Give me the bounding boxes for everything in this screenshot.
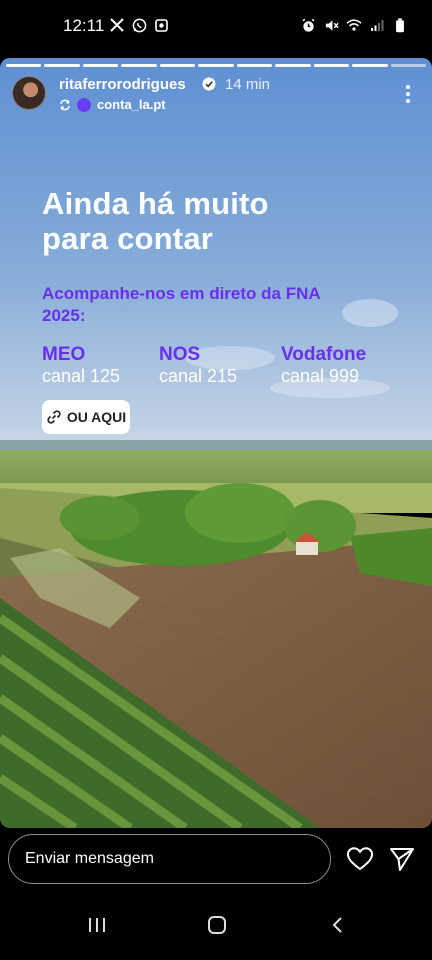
collab-name[interactable]: conta_la.pt [97, 97, 166, 112]
channel-name: MEO [42, 344, 86, 365]
progress-segment-current [390, 64, 426, 67]
story-background-image [0, 58, 432, 828]
recent-apps-button[interactable] [82, 912, 112, 938]
repost-icon [60, 99, 70, 110]
progress-segment [44, 64, 80, 67]
story-sub-headline: Acompanhe-nos em direto da FNA 2025: [42, 284, 321, 325]
status-time: 12:11 [63, 16, 105, 35]
send-message-input[interactable] [8, 834, 331, 884]
channel-number: canal 215 [159, 366, 238, 386]
home-icon [208, 916, 226, 934]
more-options-button[interactable] [400, 82, 416, 106]
wifi-icon [346, 16, 362, 34]
channel-number: canal 125 [42, 366, 121, 386]
send-icon[interactable] [389, 846, 415, 872]
recent-apps-icon [89, 918, 105, 932]
progress-segment [275, 64, 311, 67]
home-button[interactable] [202, 912, 232, 938]
whatsapp-icon [131, 16, 147, 34]
channel-list: MEO canal 125 NOS canal 215 Vodafone can… [42, 344, 412, 390]
story-headline: Ainda há muito para contar [42, 186, 269, 256]
link-sticker-label: OU AQUI [66, 409, 127, 425]
link-icon [47, 410, 61, 424]
heart-icon[interactable] [346, 846, 374, 872]
progress-segment [352, 64, 388, 67]
progress-segment [159, 64, 196, 67]
link-sticker-button[interactable]: OU AQUI [42, 400, 130, 434]
channel-vodafone: Vodafone canal 999 [281, 344, 366, 386]
verified-badge-icon [202, 77, 216, 91]
channel-meo: MEO canal 125 [42, 344, 120, 386]
progress-segment [236, 64, 273, 67]
story-time-ago: 14 min [225, 76, 271, 93]
collab-avatar [77, 97, 91, 112]
battery-icon [392, 16, 408, 34]
channel-number: canal 999 [281, 366, 360, 386]
notification-icon [153, 16, 169, 34]
username[interactable]: ritaferrorodrigues [59, 76, 186, 93]
status-left-icons [109, 16, 169, 34]
alarm-icon [300, 16, 316, 34]
channel-nos: NOS canal 215 [159, 344, 237, 386]
system-nav-bar [0, 890, 432, 960]
channel-name: NOS [159, 344, 201, 365]
back-button[interactable] [323, 912, 353, 938]
progress-segment [82, 64, 119, 67]
more-dot-icon [406, 99, 410, 103]
story-header: ritaferrorodrigues 14 min conta_la.pt [12, 76, 420, 116]
more-dot-icon [406, 85, 410, 89]
mute-icon [323, 16, 339, 34]
progress-segment [313, 64, 350, 67]
status-right-icons [300, 16, 408, 34]
progress-segment [198, 64, 234, 67]
reply-bar [0, 828, 432, 890]
progress-segment [121, 64, 157, 67]
back-icon [332, 917, 342, 933]
collab-row[interactable]: conta_la.pt [59, 97, 166, 112]
x-icon [109, 16, 125, 34]
channel-name: Vodafone [281, 344, 367, 365]
story-progress-bar [6, 64, 426, 67]
status-bar: 12:11 [0, 0, 432, 52]
signal-icon [369, 16, 385, 34]
progress-segment [6, 64, 42, 67]
avatar[interactable] [12, 76, 46, 110]
story-viewer[interactable]: ritaferrorodrigues 14 min conta_la.pt Ai… [0, 58, 432, 828]
more-dot-icon [406, 92, 410, 96]
